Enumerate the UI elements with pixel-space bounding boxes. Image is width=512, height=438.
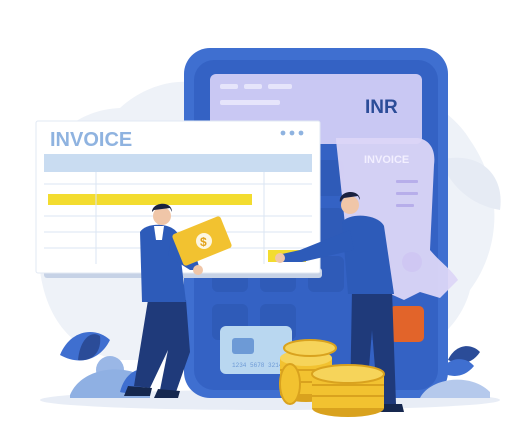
display-line-2 bbox=[244, 84, 262, 89]
invoice-header-row bbox=[44, 154, 312, 172]
display-line-1 bbox=[220, 84, 238, 89]
receipt-line bbox=[396, 180, 418, 183]
orange-key bbox=[390, 306, 424, 342]
invoice-illustration: INR INVOICE 1234 5678 3214 INVOICE $ bbox=[35, 48, 501, 417]
invoice-title: INVOICE bbox=[50, 129, 132, 151]
card-number: 1234 5678 3214 bbox=[232, 362, 283, 369]
invoice-yellow-bar bbox=[48, 194, 252, 205]
receipt-title: INVOICE bbox=[364, 154, 409, 166]
coin-stack-right bbox=[311, 364, 385, 417]
dollar-symbol: $ bbox=[200, 235, 207, 249]
display-line-3 bbox=[268, 84, 292, 89]
man-right-hand bbox=[275, 253, 285, 263]
man-left-hand bbox=[193, 265, 203, 275]
receipt-line bbox=[396, 204, 414, 207]
display-line-4 bbox=[220, 100, 280, 105]
coin-standing bbox=[279, 363, 301, 405]
dots-menu-icon bbox=[280, 130, 304, 136]
illustration-stage: INR INVOICE 1234 5678 3214 INVOICE $ bbox=[0, 0, 512, 438]
receipt-stamp bbox=[402, 252, 422, 272]
receipt-line bbox=[396, 192, 418, 195]
man-right-head bbox=[341, 196, 359, 214]
calculator-display-text: INR bbox=[365, 97, 398, 118]
